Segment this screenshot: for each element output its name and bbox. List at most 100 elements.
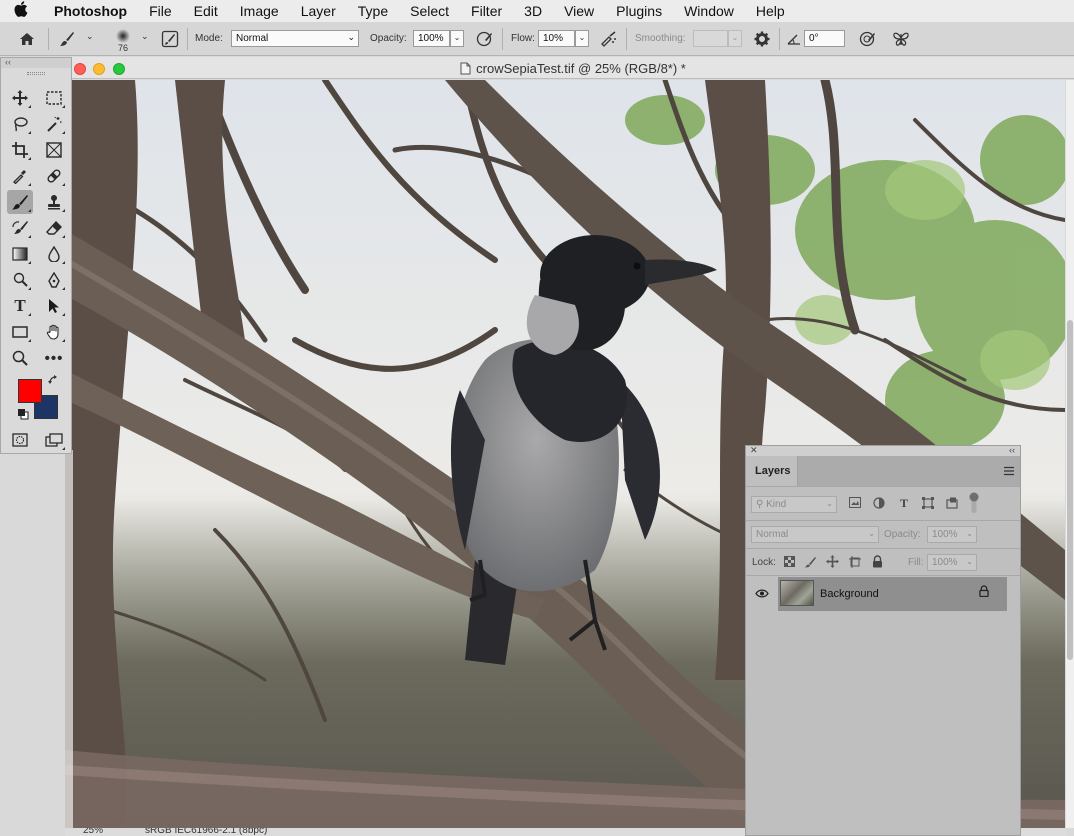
document-title-bar[interactable]: crowSepiaTest.tif @ 25% (RGB/8*) * <box>72 57 1074 79</box>
edit-toolbar-button[interactable]: ••• <box>41 346 67 370</box>
more-dots-icon: ••• <box>44 349 64 367</box>
menu-window[interactable]: Window <box>684 3 734 19</box>
lock-position-icon[interactable] <box>825 555 839 571</box>
menu-image[interactable]: Image <box>240 3 279 19</box>
menu-select[interactable]: Select <box>410 3 449 19</box>
close-panel-icon[interactable]: ✕ <box>750 446 758 455</box>
gear-icon[interactable] <box>751 28 773 50</box>
gradient-icon <box>12 247 28 261</box>
move-tool[interactable] <box>7 86 33 110</box>
chevron-down-icon: ⌄ <box>868 529 875 538</box>
flow-label: Flow: <box>511 33 535 44</box>
filter-type-layer-icon[interactable]: T <box>897 496 911 511</box>
panel-menu-icon[interactable] <box>1003 465 1015 479</box>
crop-tool[interactable] <box>7 138 33 162</box>
filter-pixel-layer-icon[interactable] <box>848 497 862 511</box>
zoom-tool[interactable] <box>7 346 33 370</box>
apple-icon[interactable] <box>14 1 42 21</box>
stamp-icon <box>48 195 60 210</box>
quick-mask-button[interactable] <box>7 428 33 452</box>
lock-all-icon[interactable] <box>870 555 884 571</box>
blur-tool[interactable] <box>41 242 67 266</box>
panel-grip[interactable] <box>27 72 45 75</box>
clone-stamp-tool[interactable] <box>41 190 67 214</box>
menu-type[interactable]: Type <box>358 3 388 19</box>
magic-wand-tool[interactable] <box>41 112 67 136</box>
swap-colors-icon[interactable] <box>48 375 59 389</box>
lock-transparent-pixels-icon[interactable] <box>782 556 796 570</box>
home-icon[interactable] <box>16 28 38 50</box>
scrollbar-thumb[interactable] <box>1067 320 1073 660</box>
blend-mode-select[interactable]: Normal ⌄ <box>751 526 879 543</box>
brush-tool[interactable] <box>7 190 33 214</box>
color-profile-info[interactable]: sRGB IEC61966-2.1 (8bpc) <box>145 828 267 836</box>
menu-plugins[interactable]: Plugins <box>616 3 662 19</box>
rectangle-tool[interactable] <box>7 320 33 344</box>
lock-icon[interactable] <box>979 585 989 600</box>
filter-shape-layer-icon[interactable] <box>921 497 935 512</box>
vertical-scrollbar[interactable] <box>1066 80 1074 828</box>
filter-kind-select[interactable]: ⚲ Kind ⌄ <box>751 496 837 513</box>
layer-name[interactable]: Background <box>820 588 879 600</box>
screen-mode-button[interactable] <box>41 428 67 452</box>
fill-input[interactable]: 100% ⌄ <box>927 554 977 571</box>
menu-file[interactable]: File <box>149 3 172 19</box>
layers-panel-header[interactable]: ✕ ‹‹ <box>746 446 1020 456</box>
angle-input[interactable]: 0° <box>804 30 845 47</box>
flow-dropdown[interactable]: ⌄ <box>575 30 589 47</box>
pressure-size-icon[interactable] <box>857 28 879 50</box>
lock-artboard-icon[interactable] <box>848 556 862 571</box>
layer-opacity-value: 100% <box>932 529 958 540</box>
layers-panel: ✕ ‹‹ Layers ⚲ Kind ⌄ T Normal ⌄ Opacity:… <box>745 445 1021 836</box>
smoothing-dropdown[interactable]: ⌄ <box>728 30 742 47</box>
zoom-level[interactable]: 25% <box>83 828 103 836</box>
chevron-down-icon[interactable]: ⌄ <box>86 31 94 42</box>
collapse-panel-icon[interactable]: ‹‹ <box>1 58 71 68</box>
app-name-menu[interactable]: Photoshop <box>54 3 127 19</box>
filter-smart-object-icon[interactable] <box>945 497 959 512</box>
opacity-input[interactable]: 100% <box>413 30 450 47</box>
hand-tool[interactable] <box>41 320 67 344</box>
tab-layers[interactable]: Layers <box>746 456 798 486</box>
mode-select[interactable]: Normal ⌄ <box>231 30 359 47</box>
history-brush-tool[interactable] <box>7 216 33 240</box>
layer-visibility-eye-icon[interactable] <box>755 587 769 601</box>
filter-toggle-switch[interactable] <box>967 492 981 517</box>
divider <box>48 28 49 50</box>
lock-image-pixels-icon[interactable] <box>803 556 817 571</box>
airbrush-icon[interactable] <box>598 28 620 50</box>
gradient-tool[interactable] <box>7 242 33 266</box>
lasso-icon <box>14 117 28 132</box>
pressure-opacity-icon[interactable] <box>474 28 496 50</box>
menu-view[interactable]: View <box>564 3 594 19</box>
pen-tool[interactable] <box>41 268 67 292</box>
menu-layer[interactable]: Layer <box>301 3 336 19</box>
chevron-down-icon[interactable]: ⌄ <box>141 31 149 42</box>
symmetry-butterfly-icon[interactable] <box>890 28 912 50</box>
lasso-tool[interactable] <box>7 112 33 136</box>
eyedropper-tool[interactable] <box>7 164 33 188</box>
brush-settings-panel-icon[interactable] <box>159 28 181 50</box>
menu-3d[interactable]: 3D <box>524 3 542 19</box>
foreground-color-swatch[interactable] <box>18 379 42 403</box>
menu-filter[interactable]: Filter <box>471 3 502 19</box>
opacity-dropdown[interactable]: ⌄ <box>450 30 464 47</box>
type-tool[interactable]: T <box>7 294 33 318</box>
default-colors-icon[interactable] <box>17 408 29 420</box>
menu-help[interactable]: Help <box>756 3 785 19</box>
layer-row-background[interactable]: Background <box>778 577 1007 611</box>
flow-input[interactable]: 10% <box>538 30 575 47</box>
path-selection-tool[interactable] <box>41 294 67 318</box>
frame-tool[interactable] <box>41 138 67 162</box>
healing-brush-tool[interactable] <box>41 164 67 188</box>
brush-tool-preset-icon[interactable] <box>56 28 78 50</box>
marquee-tool[interactable] <box>41 86 67 110</box>
layer-opacity-input[interactable]: 100% ⌄ <box>927 526 977 543</box>
document-tab[interactable]: crowSepiaTest.tif @ 25% (RGB/8*) * <box>72 61 1074 78</box>
dodge-tool[interactable] <box>7 268 33 292</box>
eraser-tool[interactable] <box>41 216 67 240</box>
filter-adjustment-layer-icon[interactable] <box>872 497 886 512</box>
collapse-panel-icon[interactable]: ‹‹ <box>1009 446 1015 455</box>
smoothing-input[interactable] <box>693 30 728 47</box>
menu-edit[interactable]: Edit <box>194 3 218 19</box>
